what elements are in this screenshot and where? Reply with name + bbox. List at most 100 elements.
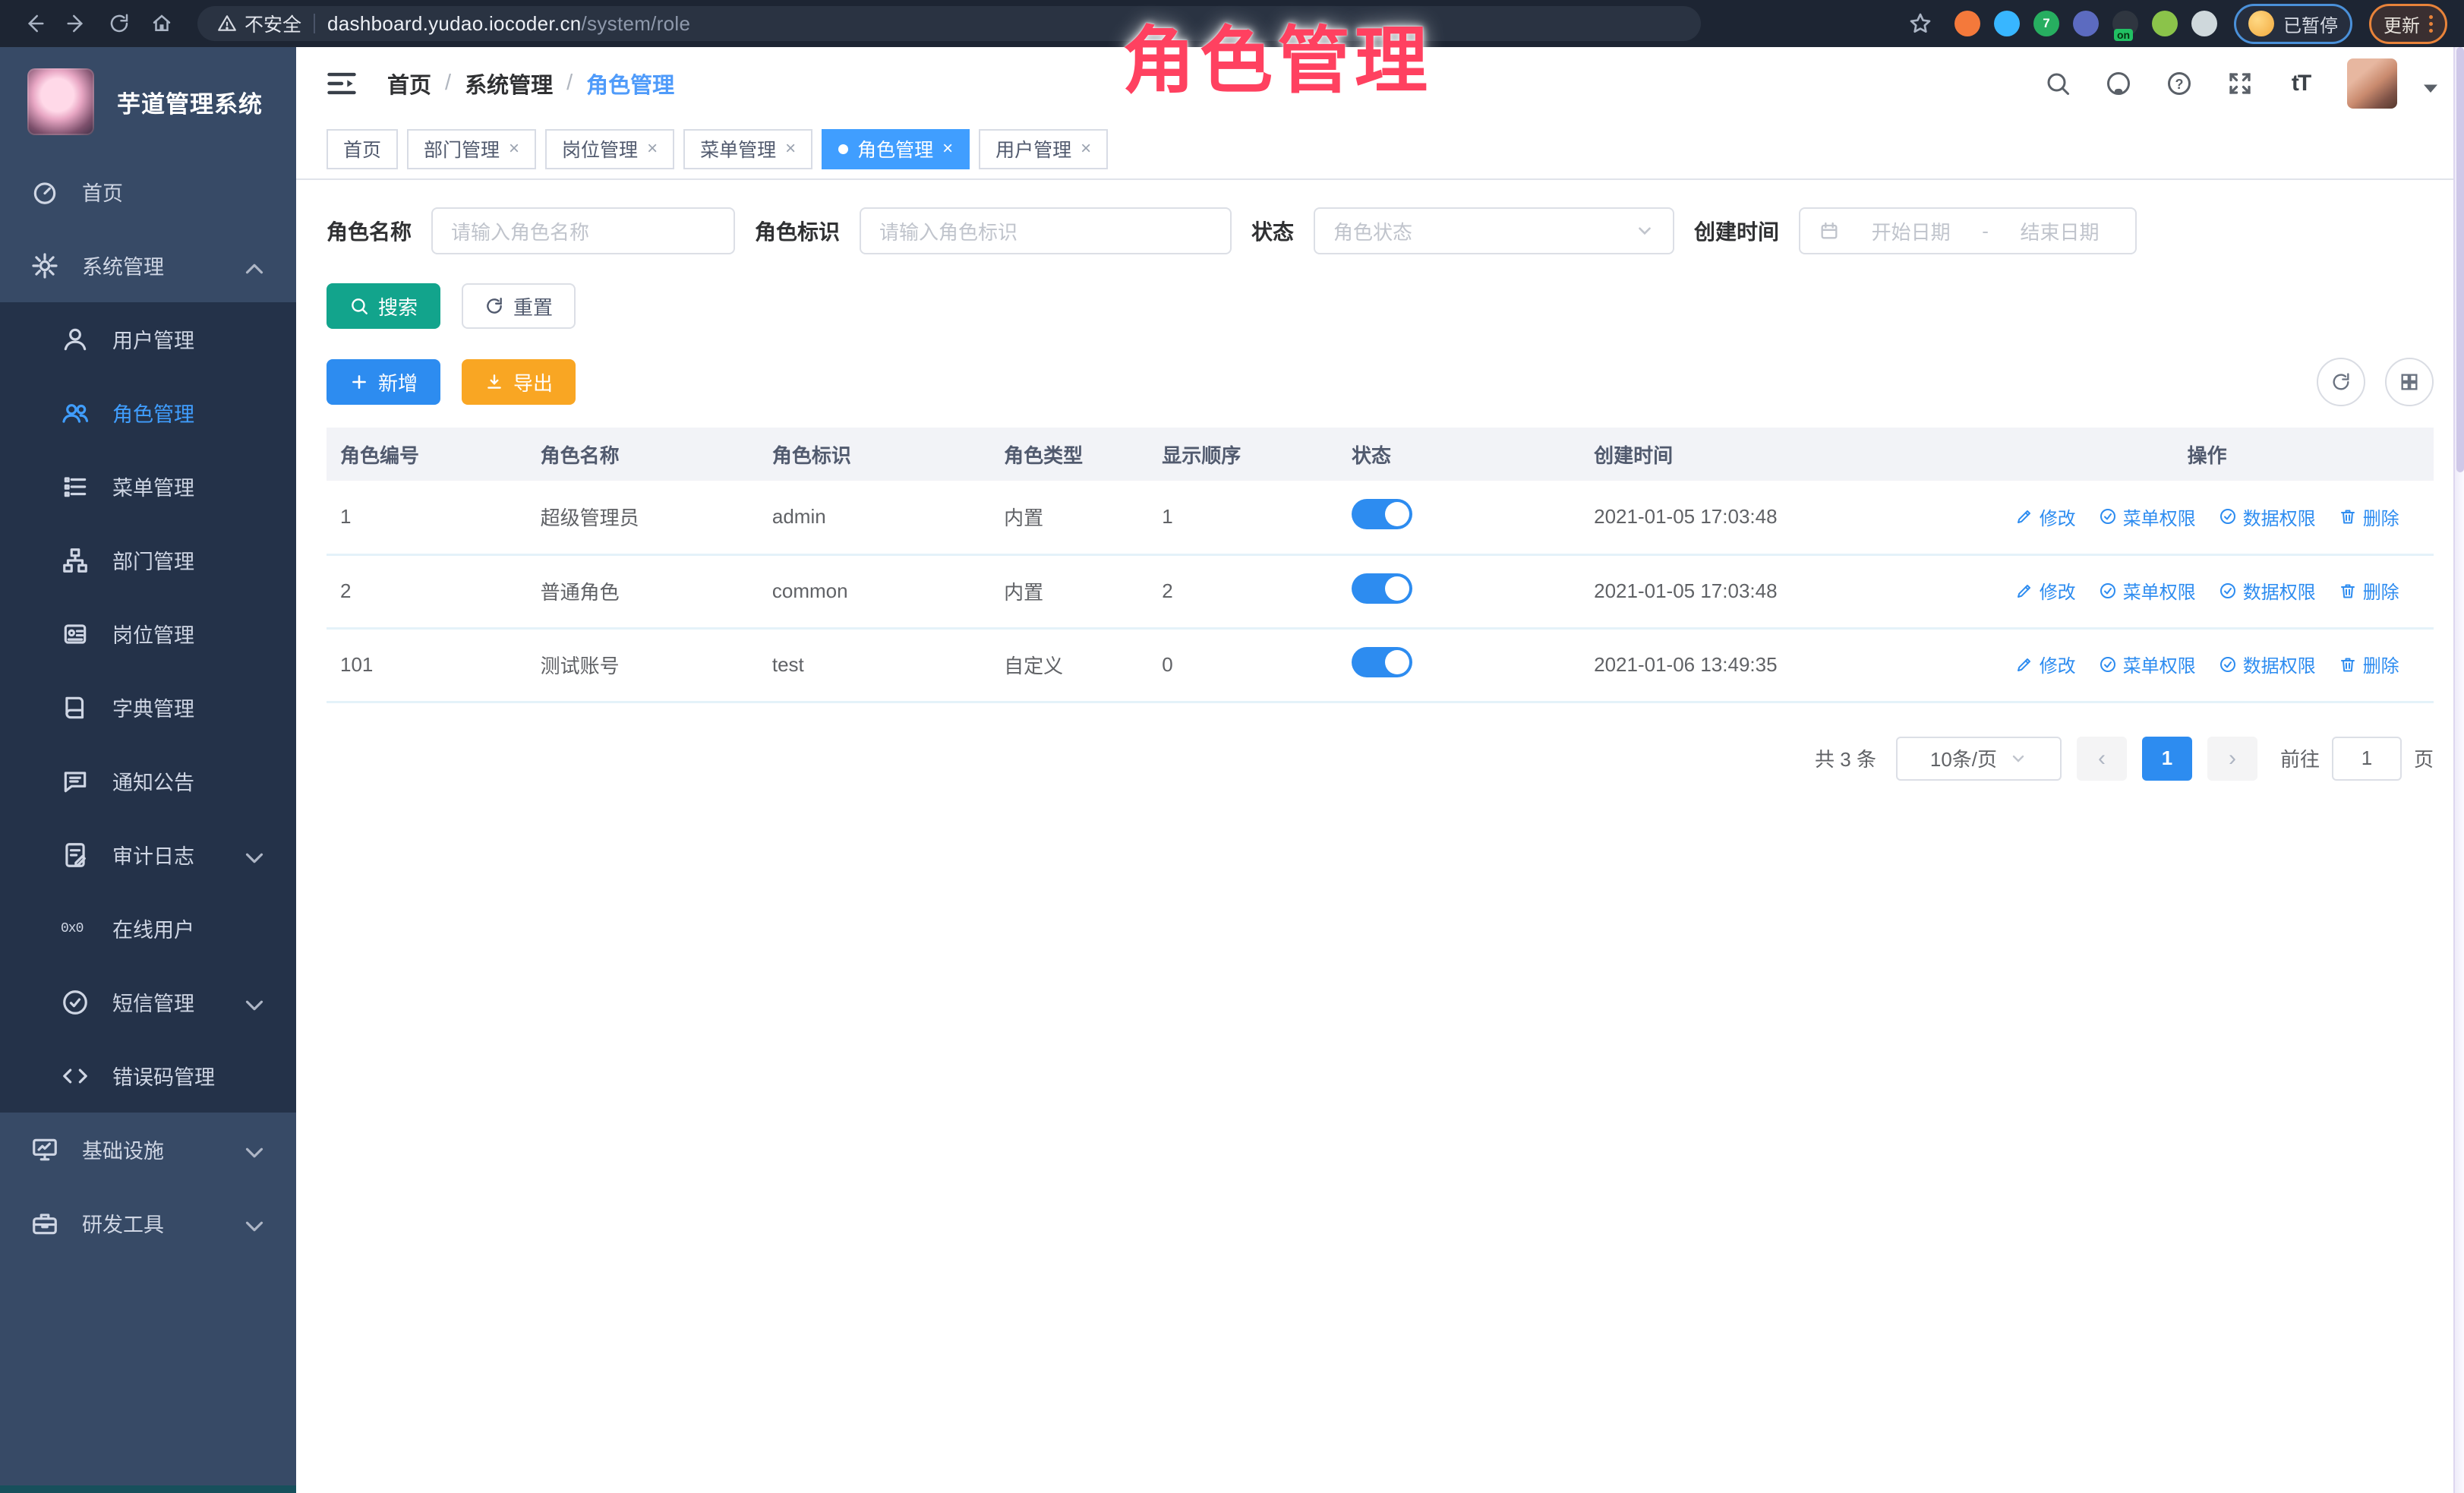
extension-lime-icon[interactable] [2152, 11, 2178, 36]
extension-stats-icon[interactable] [2073, 11, 2099, 36]
font-size-icon[interactable]: tT [2286, 69, 2315, 98]
delete-role-link[interactable]: 删除 [2339, 577, 2399, 604]
sidebar-item-dept[interactable]: 部门管理 [0, 523, 296, 597]
refresh-table-icon[interactable] [2317, 358, 2365, 406]
goto-page-input[interactable] [2332, 737, 2402, 781]
close-tab-icon[interactable]: × [942, 140, 953, 158]
menu-permission-link[interactable]: 菜单权限 [2099, 577, 2196, 604]
op-label: 数据权限 [2243, 577, 2316, 604]
browser-menu-icon[interactable] [2429, 15, 2433, 33]
tab-角色管理[interactable]: 角色管理× [822, 129, 970, 169]
extension-white-star-icon[interactable] [2191, 11, 2217, 36]
delete-role-link[interactable]: 删除 [2339, 503, 2399, 530]
reset-button[interactable]: 重置 [462, 283, 576, 329]
menu-permission-link[interactable]: 菜单权限 [2099, 651, 2196, 677]
end-date-placeholder[interactable]: 结束日期 [2002, 217, 2117, 245]
update-button[interactable]: 更新 [2369, 4, 2447, 44]
extension-orange-icon[interactable] [1954, 11, 1980, 36]
status-toggle[interactable] [1352, 647, 1412, 677]
sidebar-item-online[interactable]: 0x0在线用户 [0, 892, 296, 965]
export-button[interactable]: 导出 [462, 359, 576, 405]
data-permission-link[interactable]: 数据权限 [2219, 503, 2316, 530]
extension-blue-gem-icon[interactable] [1994, 11, 2020, 36]
sidebar-item-dict[interactable]: 字典管理 [0, 671, 296, 744]
avatar-caret-down-icon[interactable] [2417, 74, 2435, 93]
search-button[interactable]: 搜索 [327, 283, 440, 329]
sidebar-item-home[interactable]: 首页 [0, 155, 296, 229]
security-warning[interactable]: 不安全 [217, 10, 301, 37]
back-icon[interactable] [17, 6, 52, 41]
status-toggle[interactable] [1352, 499, 1412, 529]
sidebar-item-user[interactable]: 用户管理 [0, 302, 296, 376]
chevron-down-icon [240, 991, 269, 1020]
breadcrumb-item[interactable]: 系统管理 [465, 68, 553, 99]
data-permission-link[interactable]: 数据权限 [2219, 577, 2316, 604]
screen: 不安全 dashboard.yudao.iocoder.cn/system/ro… [0, 0, 2464, 1493]
menu-permission-link[interactable]: 菜单权限 [2099, 503, 2196, 530]
role-name-input[interactable]: 请输入角色名称 [431, 207, 735, 254]
role-key-input[interactable]: 请输入角色标识 [860, 207, 1232, 254]
sidebar-item-label: 短信管理 [112, 987, 194, 1017]
sidebar-item-menu[interactable]: 菜单管理 [0, 450, 296, 523]
close-tab-icon[interactable]: × [785, 140, 796, 158]
sidebar-item-infra[interactable]: 基础设施 [0, 1113, 296, 1186]
profile-paused-pill[interactable]: 已暂停 [2234, 4, 2352, 44]
reload-icon[interactable] [102, 6, 137, 41]
page-size-select[interactable]: 10条/页 [1896, 737, 2062, 781]
sidebar-item-audit[interactable]: 审计日志 [0, 818, 296, 892]
extension-dev-on-icon[interactable]: on [2112, 11, 2138, 36]
data-permission-link[interactable]: 数据权限 [2219, 651, 2316, 677]
sidebar-item-errcode[interactable]: 错误码管理 [0, 1039, 296, 1113]
chevron-up-icon [240, 254, 269, 283]
github-icon[interactable] [2104, 69, 2133, 98]
add-role-button[interactable]: 新增 [327, 359, 440, 405]
edit-role-link[interactable]: 修改 [2015, 651, 2076, 677]
sidebar-item-system[interactable]: 系统管理 [0, 229, 296, 302]
status-select[interactable]: 角色状态 [1314, 207, 1674, 254]
extension-green-avatar-icon[interactable]: 7 [2033, 11, 2059, 36]
prev-page-button[interactable]: ‹ [2077, 737, 2127, 781]
table-header-row: 角色编号角色名称角色标识角色类型显示顺序状态创建时间操作 [327, 428, 2434, 481]
forward-icon[interactable] [59, 6, 94, 41]
create-time-range-picker[interactable]: 开始日期 - 结束日期 [1799, 207, 2137, 254]
sidebar-item-tools[interactable]: 研发工具 [0, 1186, 296, 1260]
url-path: /system/role [582, 12, 691, 35]
collapse-sidebar-icon[interactable] [325, 67, 358, 100]
op-label: 数据权限 [2243, 503, 2316, 530]
search-icon[interactable] [2043, 69, 2072, 98]
edit-role-link[interactable]: 修改 [2015, 577, 2076, 604]
sidebar-item-post[interactable]: 岗位管理 [0, 597, 296, 671]
breadcrumb-item[interactable]: 角色管理 [586, 68, 674, 99]
edit-role-link[interactable]: 修改 [2015, 503, 2076, 530]
sidebar-item-role[interactable]: 角色管理 [0, 376, 296, 450]
user-avatar[interactable] [2347, 58, 2397, 109]
cell-order: 1 [1148, 481, 1338, 554]
fullscreen-icon[interactable] [2226, 69, 2254, 98]
close-tab-icon[interactable]: × [509, 140, 519, 158]
tab-岗位管理[interactable]: 岗位管理× [545, 129, 674, 169]
sidebar-bottom-scrollbar[interactable] [0, 1485, 296, 1493]
scrollbar-thumb[interactable] [2456, 47, 2464, 472]
app-logo-row[interactable]: 芋道管理系统 [0, 47, 296, 155]
close-tab-icon[interactable]: × [1081, 140, 1091, 158]
tab-用户管理[interactable]: 用户管理× [979, 129, 1108, 169]
next-page-button[interactable]: › [2207, 737, 2257, 781]
current-page-button[interactable]: 1 [2142, 737, 2192, 781]
help-icon[interactable]: ? [2165, 69, 2194, 98]
sidebar-item-label: 岗位管理 [112, 619, 194, 649]
sidebar-item-notice[interactable]: 通知公告 [0, 744, 296, 818]
sidebar-item-sms[interactable]: 短信管理 [0, 965, 296, 1039]
breadcrumb-item[interactable]: 首页 [387, 68, 431, 99]
column-settings-icon[interactable] [2385, 358, 2434, 406]
start-date-placeholder[interactable]: 开始日期 [1854, 217, 1968, 245]
tab-菜单管理[interactable]: 菜单管理× [683, 129, 812, 169]
delete-role-link[interactable]: 删除 [2339, 651, 2399, 677]
tab-首页[interactable]: 首页 [327, 129, 398, 169]
home-nav-icon[interactable] [144, 6, 179, 41]
address-bar[interactable]: 不安全 dashboard.yudao.iocoder.cn/system/ro… [197, 6, 1701, 41]
bookmark-star-icon[interactable] [1903, 6, 1938, 41]
window-scrollbar[interactable] [2453, 47, 2464, 1493]
status-toggle[interactable] [1352, 573, 1412, 604]
tab-部门管理[interactable]: 部门管理× [407, 129, 536, 169]
close-tab-icon[interactable]: × [647, 140, 658, 158]
